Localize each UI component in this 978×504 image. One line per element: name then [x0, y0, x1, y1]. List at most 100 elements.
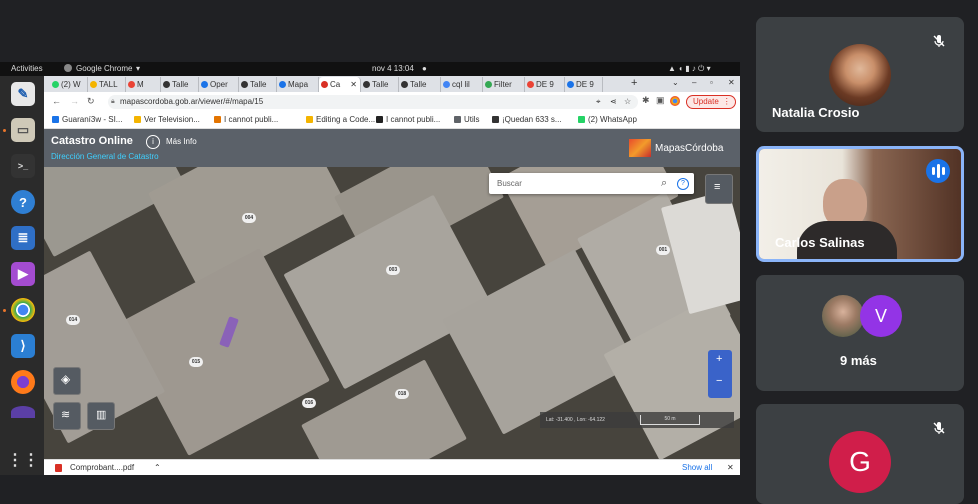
bookmark-item[interactable]: (2) WhatsApp [578, 115, 637, 124]
participant-tile[interactable]: G [756, 404, 964, 504]
tab-favicon-icon [128, 81, 135, 88]
close-tab-icon[interactable]: ✕ [350, 77, 357, 92]
lot-label[interactable]: 018 [395, 389, 409, 399]
tab-label: Talle [410, 80, 427, 89]
close-downloads-icon[interactable]: ✕ [727, 463, 734, 472]
lot-label[interactable]: 003 [386, 265, 400, 275]
tab[interactable]: Talle [399, 77, 441, 92]
participant-tile[interactable]: Natalia Crosio [756, 17, 964, 132]
lot-label[interactable]: 001 [656, 245, 670, 255]
update-button[interactable]: Update ⋮ [686, 95, 736, 109]
text-editor-icon[interactable]: ✎ [11, 82, 35, 106]
catastro-header: Catastro Online i Más Info Dirección Gen… [44, 129, 740, 167]
minimize-icon[interactable]: – [692, 78, 696, 87]
download-file-name[interactable]: Comprobant....pdf [70, 463, 134, 472]
map-search-input[interactable]: Buscar ⌕ ? [489, 173, 694, 194]
tab[interactable]: DE 9 [525, 77, 565, 92]
layers-button[interactable]: ◈ [53, 367, 81, 395]
tab[interactable]: (2) W [50, 77, 88, 92]
writer-icon[interactable]: ≣ [11, 226, 35, 250]
bookmark-favicon-icon [578, 116, 585, 123]
system-tray-icons[interactable]: ▲ ◖ ▮ ♪ ⏻ ▾ [668, 64, 711, 74]
zoom-out-icon[interactable]: − [716, 375, 722, 387]
reading-list-icon[interactable]: ▣ [656, 95, 665, 106]
location-icon[interactable]: ⌖ [596, 95, 601, 109]
tab[interactable]: Talle [361, 77, 399, 92]
bookmark-star-icon[interactable]: ☆ [624, 95, 631, 109]
search-icon[interactable]: ⌕ [661, 173, 667, 194]
chevron-up-icon[interactable]: ⌃ [154, 463, 161, 472]
url-text: mapascordoba.gob.ar/viewer/#/mapa/15 [120, 97, 264, 106]
tab[interactable]: M [126, 77, 161, 92]
bookmark-item[interactable]: Ver Television... [134, 115, 200, 124]
basemap-button[interactable]: ▥ [87, 402, 115, 430]
back-icon[interactable]: ← [52, 96, 61, 106]
new-tab-icon[interactable]: + [631, 77, 637, 89]
vscode-icon[interactable]: ⟩ [11, 334, 35, 358]
maximize-icon[interactable]: ▫ [710, 78, 713, 87]
more-participants-tile[interactable]: V 9 más [756, 275, 964, 391]
avatar [822, 295, 864, 337]
help-icon[interactable]: ? [11, 190, 35, 214]
os-top-bar: Activities Google Chrome ▾ nov 4 13:04 ●… [0, 62, 740, 76]
coordinate-readout: Lat: -31.400 , Lon: -64.122 50 m [540, 412, 734, 428]
tools-button[interactable]: ≋ [53, 402, 81, 430]
reload-icon[interactable]: ↻ [87, 96, 95, 107]
layers-icon: ◈ [61, 372, 71, 386]
menu-button[interactable]: ≡ [705, 174, 733, 204]
tab[interactable]: Ca ✕ [319, 77, 361, 92]
activities-button[interactable]: Activities [11, 64, 43, 73]
forward-icon[interactable]: → [70, 96, 79, 106]
tab-search-icon[interactable]: ⌄ [672, 78, 679, 87]
profile-avatar[interactable] [670, 96, 680, 106]
tab[interactable]: cql lil [441, 77, 483, 92]
tab-label: DE 9 [576, 80, 594, 89]
help-icon[interactable]: ? [677, 178, 689, 190]
share-icon[interactable]: ⋖ [610, 95, 617, 109]
tab-label: DE 9 [536, 80, 554, 89]
tab-favicon-icon [279, 81, 286, 88]
tab-favicon-icon [90, 81, 97, 88]
app-icon[interactable] [11, 406, 35, 418]
address-bar[interactable]: 🔒︎ mapascordoba.gob.ar/viewer/#/mapa/15 … [108, 95, 638, 109]
bookmark-item[interactable]: I cannot publi... [376, 115, 440, 124]
tab-favicon-icon [241, 81, 248, 88]
tab[interactable]: Mapa [277, 77, 319, 92]
browser-toolbar: ← → ↻ 🔒︎ mapascordoba.gob.ar/viewer/#/ma… [44, 92, 740, 112]
participant-name: Natalia Crosio [772, 105, 860, 120]
satellite-map[interactable]: 004 003 001 014 015 016 018 Buscar ⌕ ? ≡… [44, 167, 740, 459]
info-icon[interactable]: i [146, 135, 160, 149]
tab[interactable]: Oper [199, 77, 239, 92]
firefox-icon[interactable] [11, 370, 35, 394]
speaking-indicator-icon [926, 159, 950, 183]
terminal-icon[interactable]: >_ [11, 154, 35, 178]
lot-label[interactable]: 014 [66, 315, 80, 325]
files-icon[interactable]: ▭ [11, 118, 35, 142]
bookmark-favicon-icon [454, 116, 461, 123]
show-apps-icon[interactable]: ⋮⋮ [7, 448, 39, 472]
show-all-link[interactable]: Show all [682, 463, 712, 472]
zoom-in-icon[interactable]: + [716, 353, 722, 365]
tab[interactable]: Talle [161, 77, 199, 92]
tab-favicon-icon [201, 81, 208, 88]
tab[interactable]: Talle [239, 77, 277, 92]
extensions-icon[interactable]: ✱ [642, 95, 650, 106]
chrome-dock-icon[interactable] [11, 298, 35, 322]
bookmark-item[interactable]: ¡Quedan 633 s... [492, 115, 562, 124]
tab[interactable]: TALL [88, 77, 126, 92]
bookmark-item[interactable]: Guaraní3w - SI... [52, 115, 122, 124]
bookmark-item[interactable]: I cannot publi... [214, 115, 278, 124]
more-info-link[interactable]: Más Info [166, 137, 197, 146]
lot-label[interactable]: 004 [242, 213, 256, 223]
app-menu-label[interactable]: Google Chrome [76, 64, 132, 73]
bookmark-favicon-icon [376, 116, 383, 123]
participant-tile-speaking[interactable]: Carlos Salinas [756, 146, 964, 262]
tab[interactable]: DE 9 [565, 77, 603, 92]
bookmark-item[interactable]: Utils [454, 115, 480, 124]
tab[interactable]: Filter [483, 77, 525, 92]
media-player-icon[interactable]: ▶ [11, 262, 35, 286]
bookmark-item[interactable]: Editing a Code... [306, 115, 375, 124]
lot-label[interactable]: 015 [189, 357, 203, 367]
lot-label[interactable]: 016 [302, 398, 316, 408]
close-window-icon[interactable]: ✕ [728, 78, 735, 87]
